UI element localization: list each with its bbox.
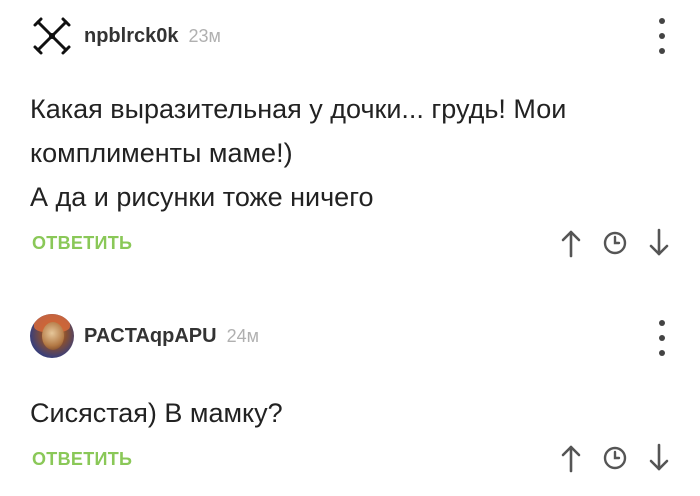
clock-icon [603,446,627,470]
arrow-up-icon [561,445,581,473]
upvote-button[interactable] [554,441,588,475]
arrow-down-icon [649,443,669,471]
reply-button[interactable]: ОТВЕТИТЬ [32,233,132,254]
downvote-button[interactable] [642,441,676,475]
save-button[interactable] [598,441,632,475]
menu-dot [659,18,665,24]
username[interactable]: PACTAqpAPU [84,325,217,348]
save-button[interactable] [598,226,632,260]
more-vertical-icon[interactable] [652,320,672,356]
upvote-button[interactable] [554,226,588,260]
comment-line: Какая выразительная у дочки... грудь! Мо… [30,94,567,124]
avatar[interactable] [30,314,74,358]
comment-line: комплименты маме!) [30,138,293,168]
comment-line: Сисястая) В мамку? [30,398,283,428]
comment-time: 23м [188,25,221,46]
comment-text: Какая выразительная у дочки... грудь! Мо… [30,87,670,219]
menu-dot [659,320,665,326]
reply-button[interactable]: ОТВЕТИТЬ [32,449,132,470]
avatar-face [42,322,64,350]
comment-header: npblrck0k 23м [30,11,221,61]
comment-actions [544,441,676,475]
menu-dot [659,33,665,39]
downvote-button[interactable] [642,226,676,260]
comment-actions [544,226,676,260]
avatar[interactable] [30,14,74,58]
menu-dot [659,335,665,341]
comment: PACTAqpAPU 24м Сисястая) В мамку? ОТВЕТИ… [0,296,700,496]
menu-dot [659,48,665,54]
menu-dot [659,350,665,356]
comment-text: Сисястая) В мамку? [30,391,670,435]
username[interactable]: npblrck0k [84,25,178,48]
comment: npblrck0k 23м Какая выразительная у дочк… [0,0,700,290]
more-vertical-icon[interactable] [652,18,672,54]
arrow-down-icon [649,228,669,256]
crossed-figure-icon [33,17,71,55]
comment-time: 24м [226,325,259,346]
arrow-up-icon [561,230,581,258]
clock-icon [603,231,627,255]
comment-header: PACTAqpAPU 24м [30,311,259,361]
comment-line: А да и рисунки тоже ничего [30,182,374,212]
